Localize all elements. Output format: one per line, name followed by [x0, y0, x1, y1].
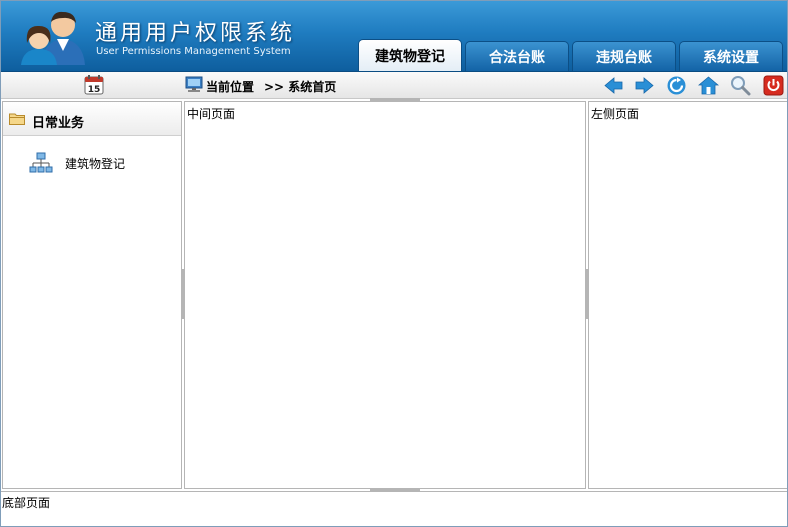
app-title: 通用用户权限系统 [95, 21, 296, 46]
app-subtitle: User Permissions Management System [96, 46, 291, 57]
right-panel-text: 左侧页面 [591, 107, 640, 121]
breadcrumb: >> 系统首页 [264, 80, 337, 94]
footer-text: 底部页面 [2, 496, 51, 510]
computer-icon [185, 76, 203, 92]
app-frame: 通用用户权限系统 User Permissions Management Sys… [0, 0, 788, 527]
tab-violation-ledger[interactable]: 违规台账 [572, 41, 676, 71]
sidebar-header: 日常业务 [3, 102, 181, 136]
forward-icon[interactable] [634, 75, 655, 96]
footer: 底部页面 [1, 491, 787, 526]
back-icon[interactable] [603, 75, 624, 96]
search-icon[interactable] [730, 75, 751, 96]
tab-legal-ledger[interactable]: 合法台账 [465, 41, 569, 71]
tree-icon [29, 152, 53, 173]
sidebar-title: 日常业务 [32, 116, 85, 131]
right-panel: 左侧页面 [588, 101, 787, 489]
tab-system-settings[interactable]: 系统设置 [679, 41, 783, 71]
main-tabs: 建筑物登记 合法台账 违规台账 系统设置 [358, 39, 783, 71]
sidebar-item-label: 建筑物登记 [65, 157, 126, 171]
calendar-day: 15 [88, 85, 101, 95]
folder-icon [9, 113, 25, 125]
sidebar-item-building-registration[interactable]: 建筑物登记 [29, 152, 169, 176]
location-label: 当前位置 [206, 80, 255, 94]
refresh-icon[interactable] [666, 75, 687, 96]
tab-building-registration[interactable]: 建筑物登记 [358, 39, 462, 71]
calendar-icon[interactable]: 15 [84, 75, 104, 95]
header: 通用用户权限系统 User Permissions Management Sys… [1, 1, 787, 72]
users-logo-icon [21, 11, 85, 65]
home-icon[interactable] [698, 75, 719, 96]
toolbar: 15 当前位置 >> 系统首页 [1, 72, 787, 99]
sidebar: 日常业务 建筑物登记 [2, 101, 182, 489]
power-icon[interactable] [763, 75, 784, 96]
middle-panel-text: 中间页面 [187, 107, 236, 121]
middle-panel: 中间页面 [184, 101, 586, 489]
